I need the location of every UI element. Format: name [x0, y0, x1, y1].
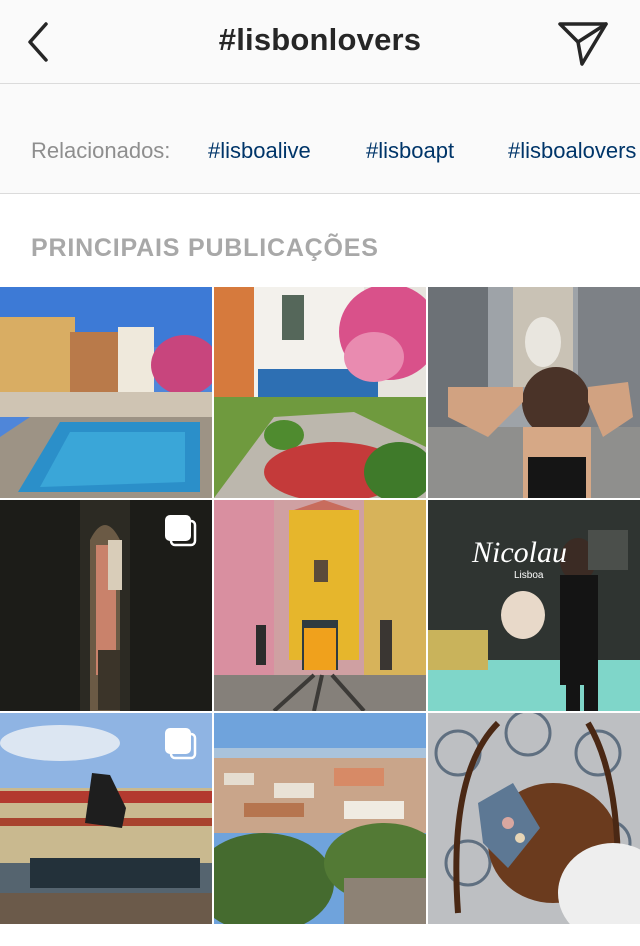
post-thumbnail-5[interactable]	[214, 500, 426, 711]
related-tag-lisboapt[interactable]: #lisboapt	[366, 138, 454, 164]
post-thumbnail-6[interactable]: Nicolau Lisboa	[428, 500, 640, 711]
post-image-bag-chair	[428, 713, 640, 924]
post-thumbnail-4[interactable]	[0, 500, 212, 711]
post-thumbnail-1[interactable]	[0, 287, 212, 498]
related-tag-lisboalovers[interactable]: #lisboalovers	[508, 138, 636, 164]
post-thumbnail-8[interactable]	[214, 713, 426, 924]
section-title: PRINCIPAIS PUBLICAÇÕES	[31, 234, 379, 262]
related-label: Relacionados:	[31, 138, 171, 163]
top-bar: #lisbonlovers	[0, 0, 640, 84]
post-image-panorama	[214, 713, 426, 924]
post-thumbnail-3[interactable]	[428, 287, 640, 498]
multiple-photos-icon	[165, 728, 197, 760]
multiple-photos-icon	[165, 515, 197, 547]
paper-plane-icon[interactable]	[556, 18, 612, 68]
post-thumbnail-7[interactable]	[0, 713, 212, 924]
post-image-tram	[214, 500, 426, 711]
cafe-sign-subtext: Lisboa	[514, 570, 544, 581]
post-image-pool	[0, 287, 212, 498]
post-image-cafe-woman: Nicolau Lisboa	[428, 500, 640, 711]
top-posts-grid: Nicolau Lisboa	[0, 287, 640, 946]
related-hashtags-bar: Relacionados: #lisboalive #lisboapt #lis…	[0, 84, 640, 194]
page-title: #lisbonlovers	[218, 22, 422, 57]
post-image-street-woman	[428, 287, 640, 498]
post-image-garden	[214, 287, 426, 498]
cafe-sign-text: Nicolau	[471, 536, 567, 569]
post-thumbnail-2[interactable]	[214, 287, 426, 498]
post-thumbnail-9[interactable]	[428, 713, 640, 924]
related-tag-lisboalive[interactable]: #lisboalive	[208, 138, 311, 164]
